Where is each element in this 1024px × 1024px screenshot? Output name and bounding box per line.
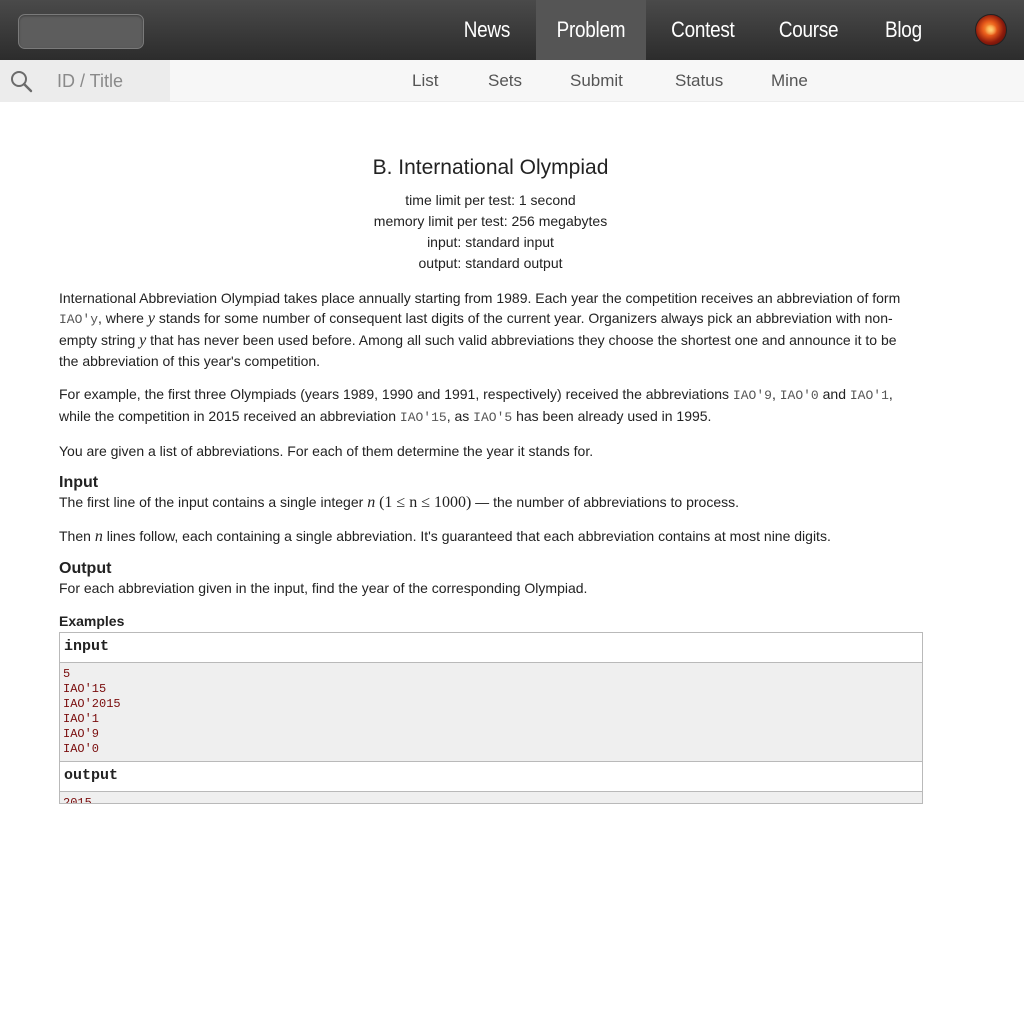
text: lines follow, each containing a single a… xyxy=(102,528,831,544)
search-icon[interactable] xyxy=(9,69,33,93)
text: , as xyxy=(446,408,474,424)
nav-course[interactable]: Course xyxy=(774,0,842,60)
text: Then xyxy=(59,528,95,544)
subnav-submit[interactable]: Submit xyxy=(570,60,623,102)
subnav-list[interactable]: List xyxy=(412,60,438,102)
statement-paragraph-1: International Abbreviation Olympiad take… xyxy=(59,288,919,371)
example-input-line: IAO'1 xyxy=(63,712,100,726)
example-input-line: IAO'0 xyxy=(63,742,100,756)
example-input-line: IAO'2015 xyxy=(63,697,121,711)
text: , where xyxy=(98,310,148,326)
nav-news[interactable]: News xyxy=(452,0,522,60)
input-section-line-1: The first line of the input contains a s… xyxy=(59,492,919,513)
nav-problem[interactable]: Problem xyxy=(536,0,646,60)
example-input-body[interactable]: 5 IAO'15 IAO'2015 IAO'1 IAO'9 IAO'0 xyxy=(60,663,922,762)
math-var-y: y xyxy=(147,310,155,327)
problem-statement: International Abbreviation Olympiad take… xyxy=(59,288,919,611)
input-spec: input: standard input xyxy=(427,234,554,250)
statement-paragraph-3: You are given a list of abbreviations. F… xyxy=(59,443,594,459)
example-output-body[interactable]: 2015 xyxy=(60,792,922,804)
example-input-line: 5 xyxy=(63,667,71,681)
statement-paragraph-2: For example, the first three Olympiads (… xyxy=(59,384,919,428)
text: The first line of the input contains a s… xyxy=(59,494,368,510)
nav-problem-label: Problem xyxy=(556,17,626,42)
example-output-label: output xyxy=(60,762,922,792)
example-input-line: IAO'9 xyxy=(63,727,100,741)
text: For example, the first three Olympiads (… xyxy=(59,386,733,402)
sub-nav-bar: List Sets Submit Status Mine xyxy=(0,60,1024,102)
problem-title: B. International Olympiad xyxy=(372,156,609,179)
top-nav-bar: News Problem Contest Course Blog xyxy=(0,0,1024,60)
problem-header: B. International Olympiad time limit per… xyxy=(0,156,981,274)
nav-contest-label: Contest xyxy=(671,17,735,42)
example-output-line: 2015 xyxy=(63,796,92,804)
example-input-label: input xyxy=(60,633,922,663)
input-section-line-2: Then n lines follow, each containing a s… xyxy=(59,526,919,547)
code-iao-5: IAO'5 xyxy=(473,410,513,425)
text: has been already used in 1995. xyxy=(512,408,712,424)
nav-news-label: News xyxy=(463,17,511,42)
math-var-n: n xyxy=(367,494,376,511)
text: — the number of abbreviations to process… xyxy=(471,494,739,510)
search-box xyxy=(0,60,170,102)
output-section-title: Output xyxy=(59,560,112,577)
example-input-line: IAO'15 xyxy=(63,682,107,696)
user-avatar[interactable] xyxy=(975,14,1007,46)
output-section-text: For each abbreviation given in the input… xyxy=(59,580,588,596)
output-spec: output: standard output xyxy=(418,255,563,271)
example-box: input 5 IAO'15 IAO'2015 IAO'1 IAO'9 IAO'… xyxy=(59,632,923,804)
nav-contest[interactable]: Contest xyxy=(664,0,742,60)
search-input[interactable] xyxy=(48,66,166,96)
subnav-sets[interactable]: Sets xyxy=(488,60,522,102)
subnav-status[interactable]: Status xyxy=(675,60,723,102)
text: International Abbreviation Olympiad take… xyxy=(59,290,901,306)
code-iao-0: IAO'0 xyxy=(779,388,819,403)
text: , xyxy=(771,386,780,402)
text: and xyxy=(818,386,850,402)
input-section-title: Input xyxy=(59,474,99,491)
text: that has never been used before. Among a… xyxy=(59,332,897,369)
site-logo-box[interactable] xyxy=(18,14,144,49)
math-var-n: n xyxy=(94,528,103,545)
code-iao-9: IAO'9 xyxy=(732,388,772,403)
memory-limit: memory limit per test: 256 megabytes xyxy=(373,213,608,229)
math-constraint: (1 ≤ n ≤ 1000) xyxy=(379,494,472,511)
nav-blog[interactable]: Blog xyxy=(877,0,929,60)
nav-blog-label: Blog xyxy=(884,17,922,42)
code-iao-15: IAO'15 xyxy=(399,410,447,425)
time-limit: time limit per test: 1 second xyxy=(405,192,576,208)
subnav-mine[interactable]: Mine xyxy=(771,60,808,102)
code-abbrev-form: IAO'y xyxy=(59,312,99,327)
examples-title: Examples xyxy=(59,613,125,629)
code-iao-1: IAO'1 xyxy=(849,388,889,403)
nav-course-label: Course xyxy=(778,17,839,42)
